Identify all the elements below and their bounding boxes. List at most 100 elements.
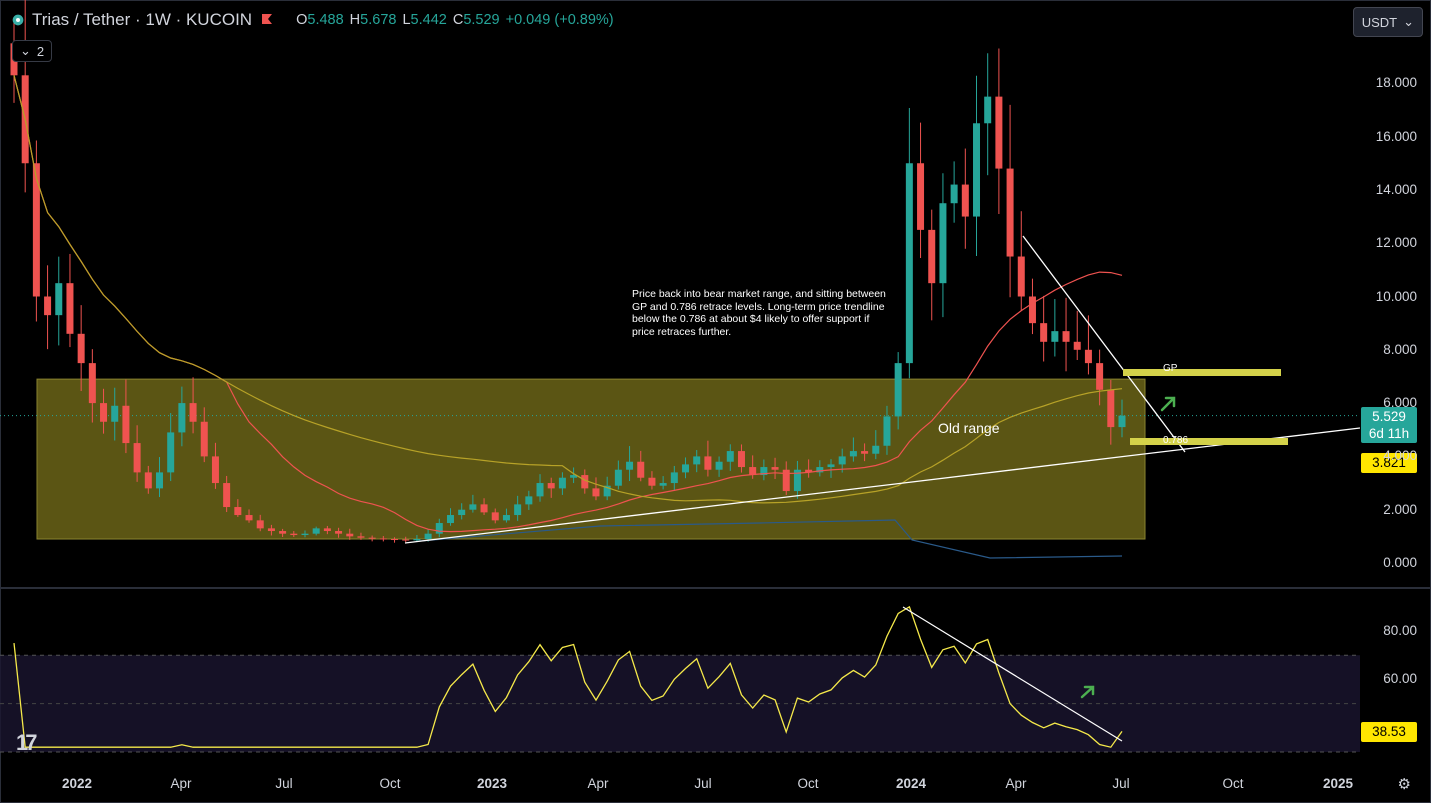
candle-body — [200, 421, 208, 457]
candle-body — [413, 539, 421, 541]
candle-body — [693, 456, 701, 465]
ohlc-item: O5.488 — [296, 12, 344, 28]
x-tick-label: 2024 — [895, 776, 927, 791]
candle-body — [100, 403, 108, 422]
y-tick-label: 12.000 — [1375, 235, 1417, 251]
candle-body — [446, 515, 454, 524]
candle-body — [379, 538, 387, 540]
y-tick-label: 10.000 — [1375, 288, 1417, 304]
chevron-down-icon: ⌄ — [1403, 14, 1414, 29]
candle-body — [1006, 168, 1014, 257]
candle-body — [435, 523, 443, 534]
y-tick-label: 14.000 — [1375, 181, 1417, 197]
candle-body — [234, 507, 242, 516]
candle-body — [77, 333, 85, 364]
candle-body — [1073, 341, 1081, 350]
ohlc-item: C5.529 — [453, 12, 500, 28]
candle-body — [939, 203, 947, 284]
candle-body — [514, 504, 522, 516]
currency-select[interactable]: USDT ⌄ — [1352, 7, 1423, 37]
candle-body — [223, 483, 231, 508]
candle-body — [88, 363, 96, 404]
tradingview-logo[interactable]: 17 — [16, 730, 38, 756]
candle-body — [995, 96, 1003, 169]
candle-body — [849, 451, 857, 457]
candle-body — [1096, 363, 1104, 390]
candle-body — [44, 296, 52, 316]
candle-body — [279, 531, 287, 534]
ohlc-value: +0.049 (+0.89%) — [505, 12, 614, 28]
candle-body — [771, 467, 779, 470]
candle-body — [592, 488, 600, 497]
candle-body — [928, 229, 936, 284]
candle-body — [827, 464, 835, 468]
x-tick-label: Apr — [170, 776, 192, 791]
candle-body — [648, 477, 656, 486]
analysis-note: Price back into bear market range, and s… — [632, 288, 886, 338]
flag-icon[interactable] — [260, 13, 274, 27]
candle-body — [66, 283, 74, 334]
rsi-chart[interactable] — [0, 589, 1360, 769]
last-price-tag: 5.529 6d 11h — [1361, 407, 1417, 443]
candle-body — [883, 416, 891, 446]
ohlc-value: 5.529 — [463, 12, 500, 28]
indicators-toggle[interactable]: ⌄ 2 — [12, 40, 53, 62]
candle-body — [189, 403, 197, 422]
candle-body — [973, 123, 981, 217]
candle-body — [525, 496, 533, 505]
candle-body — [346, 533, 354, 537]
candle-body — [872, 445, 880, 454]
candle-body — [950, 184, 958, 204]
candle-body — [245, 515, 253, 521]
candle-body — [558, 477, 566, 489]
candle-body — [480, 504, 488, 513]
y-tick-label: 0.000 — [1383, 555, 1417, 570]
candle-body — [301, 533, 309, 536]
candle-body — [1051, 331, 1059, 342]
candle-body — [704, 456, 712, 470]
candle-body — [894, 363, 902, 417]
gear-icon[interactable]: ⚙ — [1398, 775, 1411, 793]
x-tick-label: 2022 — [61, 776, 93, 791]
ohlc-value: 5.442 — [410, 12, 447, 28]
x-tick-label: 2025 — [1322, 776, 1354, 791]
last-price: 5.529 — [1372, 409, 1406, 424]
candle-body — [391, 539, 399, 541]
x-tick-label: Apr — [1005, 776, 1027, 791]
symbol-title[interactable]: Trias / Tether · 1W · KUCOIN — [32, 10, 252, 30]
ohlc-value: 5.488 — [307, 12, 344, 28]
candle-body — [32, 163, 40, 297]
x-tick-label: 2023 — [476, 776, 508, 791]
candle-body — [1107, 389, 1115, 428]
candle-body — [905, 163, 913, 364]
candle-body — [1084, 349, 1092, 364]
y-tick-label: 6.000 — [1383, 395, 1417, 411]
ohlc-key: C — [452, 12, 464, 28]
candle-body — [458, 509, 466, 516]
x-tick-label: Jul — [694, 776, 712, 791]
x-tick-label: Oct — [379, 776, 401, 791]
symbol-header: Trias / Tether · 1W · KUCOIN O5.488 H5.67… — [12, 10, 614, 30]
candle-body — [536, 483, 544, 497]
candle-body — [111, 405, 119, 422]
y-tick-label: 8.000 — [1383, 341, 1417, 357]
y-tick-label: 16.000 — [1375, 128, 1417, 144]
candle-body — [122, 405, 130, 444]
gp-zone — [1123, 369, 1281, 376]
candle-body — [155, 472, 163, 489]
candle-body — [491, 512, 499, 521]
indicator-count: 2 — [36, 43, 45, 59]
candle-body — [178, 403, 186, 433]
candle-body — [312, 528, 320, 534]
currency-label: USDT — [1361, 14, 1398, 30]
ohlc-key: H — [349, 12, 361, 28]
candle-body — [256, 520, 264, 529]
candle-body — [1017, 256, 1025, 297]
candle-body — [984, 96, 992, 124]
ohlc-value: 5.678 — [360, 12, 397, 28]
chevron-down-icon: ⌄ — [20, 43, 31, 58]
candle-body — [469, 504, 477, 510]
candle-body — [502, 515, 510, 521]
x-tick-label: Jul — [275, 776, 293, 791]
ohlc-key: O — [296, 12, 308, 28]
